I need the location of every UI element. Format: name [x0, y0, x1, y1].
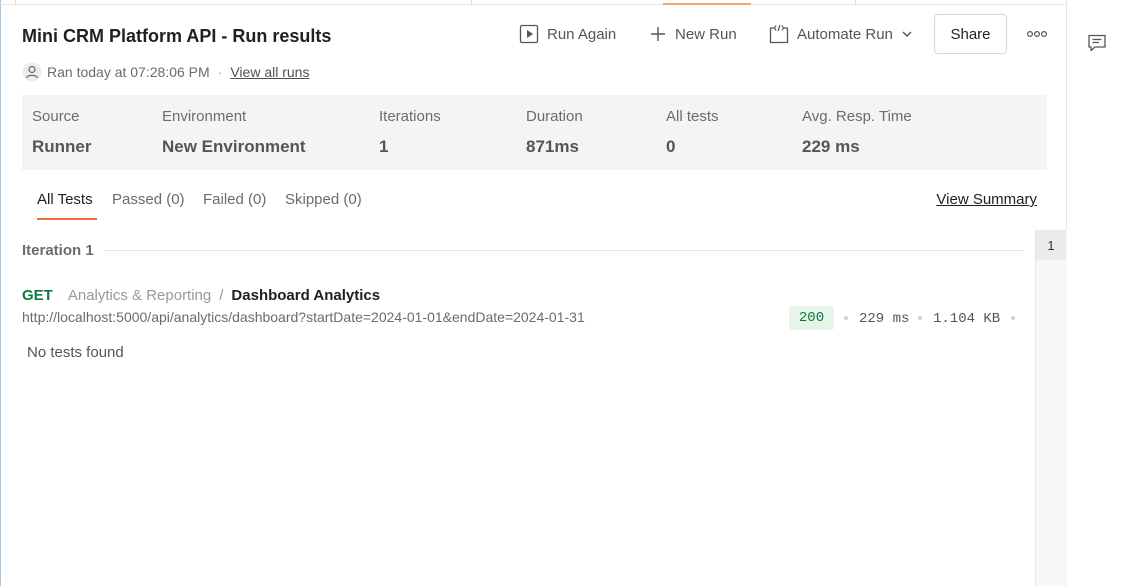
automate-run-label: Automate Run	[797, 25, 893, 43]
chevron-down-icon	[902, 31, 912, 37]
automate-run-button[interactable]: Automate Run	[769, 14, 913, 54]
stat-label: Avg. Resp. Time	[802, 108, 912, 125]
plus-icon	[651, 27, 665, 41]
user-icon	[22, 62, 42, 82]
active-tab-underline	[37, 218, 97, 220]
stat-label: Environment	[162, 108, 247, 125]
iteration-nav-track	[1035, 230, 1067, 586]
page-title: Mini CRM Platform API - Run results	[22, 26, 332, 46]
run-again-button[interactable]: Run Again	[519, 14, 616, 54]
tab-divider	[855, 0, 856, 4]
share-button[interactable]: Share	[934, 14, 1007, 54]
run-summary-panel: Source Runner Environment New Environmen…	[22, 95, 1047, 170]
active-tab-indicator	[663, 3, 751, 5]
meta-dot	[1011, 316, 1015, 320]
request-url: http://localhost:5000/api/analytics/dash…	[22, 309, 585, 325]
tab-skipped[interactable]: Skipped (0)	[285, 191, 362, 208]
tab-divider	[15, 0, 16, 4]
stat-value: 871ms	[526, 137, 579, 156]
response-size: 1.104 KB	[933, 311, 1001, 327]
stat-label: Source	[32, 108, 80, 125]
meta-dot	[844, 316, 848, 320]
request-folder: Analytics & Reporting	[67, 286, 212, 304]
comment-icon[interactable]	[1087, 33, 1107, 53]
response-time: 229 ms	[859, 311, 910, 327]
meta-separator: ·	[217, 64, 223, 80]
request-name: Dashboard Analytics	[231, 286, 381, 304]
tab-divider	[471, 0, 472, 4]
stat-value: New Environment	[162, 137, 306, 156]
results-tabs: All Tests Passed (0) Failed (0) Skipped …	[22, 186, 1037, 220]
path-separator: /	[219, 286, 224, 304]
top-tab-strip	[0, 0, 1066, 5]
stat-label: Iterations	[379, 108, 441, 125]
ran-at-text: Ran today at 07:28:06 PM	[47, 64, 210, 80]
no-tests-message: No tests found	[27, 344, 124, 361]
request-row[interactable]: GET Analytics & Reporting / Dashboard An…	[22, 285, 380, 305]
stat-label: Duration	[526, 108, 583, 125]
new-run-button[interactable]: New Run	[649, 14, 737, 54]
play-icon	[519, 24, 539, 44]
new-run-label: New Run	[675, 25, 737, 43]
stat-value: 1	[379, 137, 389, 156]
tab-passed[interactable]: Passed (0)	[112, 191, 185, 208]
more-options-button[interactable]	[1025, 22, 1049, 46]
more-icon	[1027, 30, 1047, 38]
iteration-nav-item[interactable]: 1	[1036, 230, 1066, 260]
window-left-border	[0, 0, 1, 586]
tab-all-tests[interactable]: All Tests	[37, 191, 93, 208]
status-badge: 200	[789, 306, 834, 330]
meta-dot	[918, 316, 922, 320]
stat-value: 229 ms	[802, 137, 860, 156]
code-icon	[769, 24, 789, 44]
iteration-divider	[104, 250, 1024, 251]
stat-value: 0	[666, 137, 676, 156]
stat-value: Runner	[32, 137, 92, 156]
run-meta: Ran today at 07:28:06 PM · View all runs	[22, 62, 309, 82]
run-again-label: Run Again	[547, 25, 617, 43]
stat-label: All tests	[666, 108, 719, 125]
view-all-runs-link[interactable]: View all runs	[230, 64, 309, 80]
iteration-heading: Iteration 1	[22, 242, 94, 259]
request-method: GET	[22, 286, 53, 304]
tab-failed[interactable]: Failed (0)	[203, 191, 266, 208]
view-summary-link[interactable]: View Summary	[936, 191, 1037, 208]
